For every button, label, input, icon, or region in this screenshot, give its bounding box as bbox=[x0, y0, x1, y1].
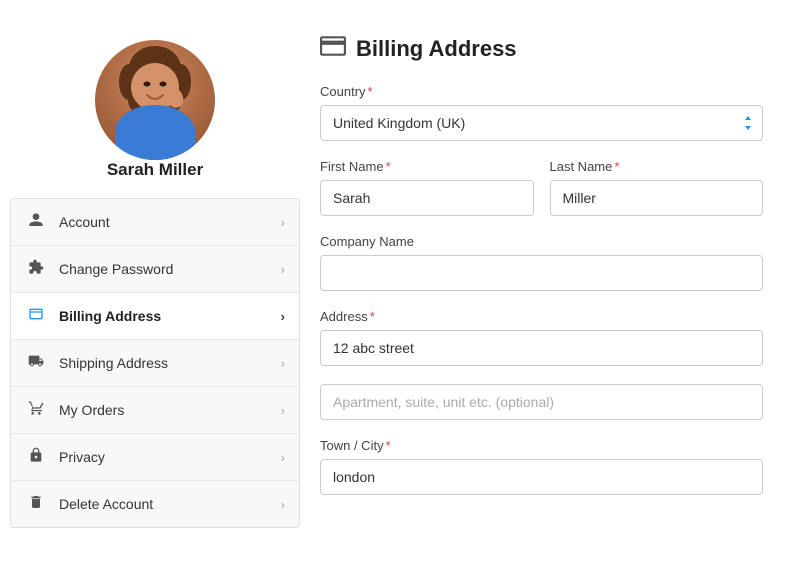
billing-address-label: Billing Address bbox=[59, 308, 281, 324]
name-row: First Name* Last Name* bbox=[320, 159, 763, 234]
country-label: Country* bbox=[320, 84, 763, 99]
person-icon bbox=[25, 212, 47, 232]
chevron-icon: › bbox=[281, 215, 285, 230]
my-orders-label: My Orders bbox=[59, 402, 281, 418]
address2-group bbox=[320, 384, 763, 420]
sidebar: Sarah Miller Account › Change Password › bbox=[0, 20, 310, 548]
app-container: Sarah Miller Account › Change Password › bbox=[0, 0, 793, 568]
section-header: Billing Address bbox=[320, 36, 763, 62]
lock-icon bbox=[25, 447, 47, 467]
billing-header-icon bbox=[320, 36, 346, 62]
sidebar-nav: Account › Change Password › Billing Addr… bbox=[10, 198, 300, 528]
address-group: Address* bbox=[320, 309, 763, 366]
sidebar-item-delete-account[interactable]: Delete Account › bbox=[11, 481, 299, 527]
first-name-input[interactable] bbox=[320, 180, 534, 216]
card-icon bbox=[25, 306, 47, 326]
user-name: Sarah Miller bbox=[107, 160, 203, 180]
country-select-wrapper: United Kingdom (UK) United States (US) C… bbox=[320, 105, 763, 141]
avatar bbox=[95, 40, 215, 160]
chevron-icon: › bbox=[281, 356, 285, 371]
company-name-label: Company Name bbox=[320, 234, 763, 249]
sidebar-item-account[interactable]: Account › bbox=[11, 199, 299, 246]
sidebar-item-change-password[interactable]: Change Password › bbox=[11, 246, 299, 293]
last-name-label: Last Name* bbox=[550, 159, 764, 174]
city-label: Town / City* bbox=[320, 438, 763, 453]
last-name-group: Last Name* bbox=[550, 159, 764, 216]
main-content: Billing Address Country* United Kingdom … bbox=[310, 20, 793, 548]
company-name-group: Company Name bbox=[320, 234, 763, 291]
chevron-icon: › bbox=[281, 450, 285, 465]
address2-input[interactable] bbox=[320, 384, 763, 420]
last-name-input[interactable] bbox=[550, 180, 764, 216]
delete-account-label: Delete Account bbox=[59, 496, 281, 512]
chevron-icon: › bbox=[281, 403, 285, 418]
sidebar-item-my-orders[interactable]: My Orders › bbox=[11, 387, 299, 434]
change-password-label: Change Password bbox=[59, 261, 281, 277]
account-label: Account bbox=[59, 214, 281, 230]
truck-icon bbox=[25, 353, 47, 373]
city-input[interactable] bbox=[320, 459, 763, 495]
country-group: Country* United Kingdom (UK) United Stat… bbox=[320, 84, 763, 141]
section-title: Billing Address bbox=[356, 36, 517, 62]
cart-icon bbox=[25, 400, 47, 420]
first-name-label: First Name* bbox=[320, 159, 534, 174]
address-input[interactable] bbox=[320, 330, 763, 366]
shipping-address-label: Shipping Address bbox=[59, 355, 281, 371]
trash-icon bbox=[25, 494, 47, 514]
privacy-label: Privacy bbox=[59, 449, 281, 465]
country-select[interactable]: United Kingdom (UK) United States (US) C… bbox=[320, 105, 763, 141]
city-group: Town / City* bbox=[320, 438, 763, 495]
company-name-input[interactable] bbox=[320, 255, 763, 291]
sidebar-item-billing-address[interactable]: Billing Address › bbox=[11, 293, 299, 340]
chevron-icon: › bbox=[281, 309, 285, 324]
chevron-icon: › bbox=[281, 497, 285, 512]
sidebar-item-privacy[interactable]: Privacy › bbox=[11, 434, 299, 481]
puzzle-icon bbox=[25, 259, 47, 279]
chevron-icon: › bbox=[281, 262, 285, 277]
first-name-group: First Name* bbox=[320, 159, 534, 216]
sidebar-item-shipping-address[interactable]: Shipping Address › bbox=[11, 340, 299, 387]
address-label: Address* bbox=[320, 309, 763, 324]
